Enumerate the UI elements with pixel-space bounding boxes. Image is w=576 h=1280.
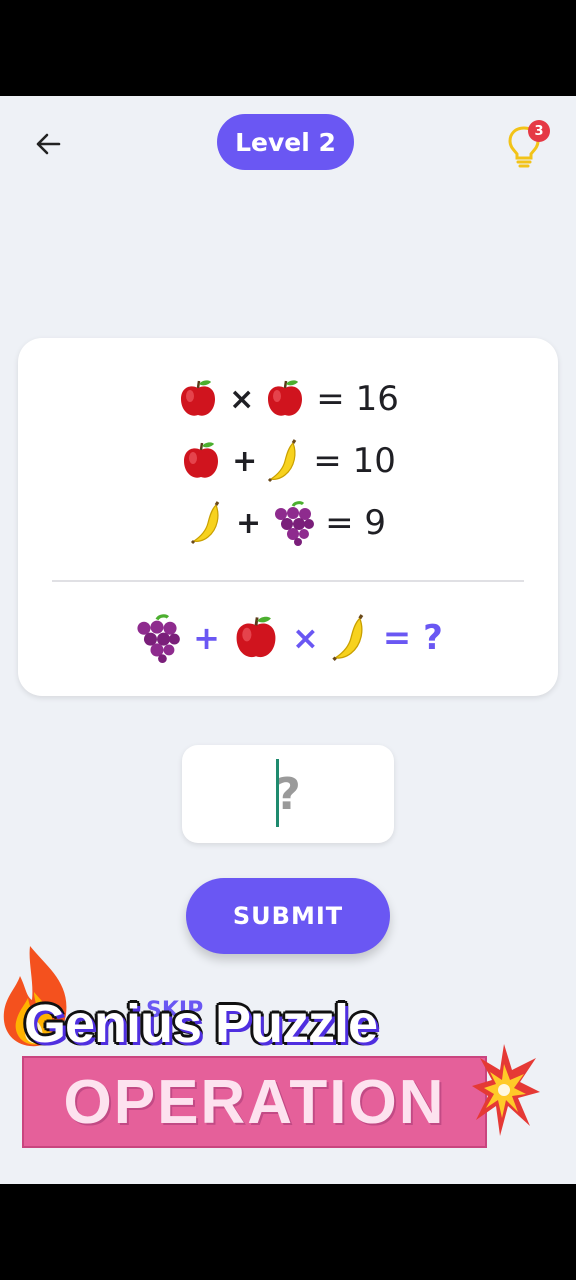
equation-row: + = 10 — [18, 436, 558, 486]
equation-result: = 10 — [313, 441, 396, 481]
overlay-banner: OPERATION — [22, 1056, 487, 1148]
operator: + — [232, 443, 258, 479]
arrow-left-icon — [36, 133, 61, 155]
grapes-icon — [137, 614, 180, 663]
banana-icon — [190, 501, 220, 545]
navigation-bar — [0, 1184, 576, 1280]
apple-icon — [181, 380, 216, 416]
apple-icon — [184, 442, 219, 478]
operator: + — [235, 505, 262, 541]
question-result: = ? — [382, 618, 443, 658]
overlay-title: Genius Puzzle — [24, 994, 378, 1054]
answer-input[interactable] — [182, 745, 394, 843]
overlay-banner-text: OPERATION — [63, 1067, 446, 1137]
apple-icon — [236, 616, 276, 658]
question-row: + × = ? — [18, 608, 558, 668]
equation-row: + = 9 — [18, 498, 558, 548]
hint-button[interactable]: 3 — [506, 120, 550, 168]
back-button[interactable] — [28, 126, 68, 162]
status-bar — [0, 0, 576, 96]
equation-row: × = 16 — [18, 374, 558, 424]
operator: × — [229, 381, 255, 417]
text-cursor — [276, 759, 279, 827]
answer-box — [182, 745, 394, 843]
banana-icon — [332, 614, 364, 661]
equation-result: = 9 — [325, 503, 387, 543]
equation-result: = 16 — [316, 379, 399, 419]
banana-icon — [268, 439, 297, 483]
apple-icon — [268, 380, 303, 416]
operator: + — [193, 619, 220, 657]
divider — [52, 580, 524, 582]
submit-button[interactable]: SUBMIT — [186, 878, 390, 954]
operator: × — [291, 619, 319, 657]
grapes-icon — [275, 501, 315, 546]
level-badge: Level 2 — [217, 114, 354, 170]
game-screen: Level 2 3 × = 16 + = 10 + = 9 + × = ? ? … — [0, 96, 576, 1184]
collision-icon — [472, 1044, 540, 1136]
puzzle-card: × = 16 + = 10 + = 9 + × = ? — [18, 338, 558, 696]
hint-count-badge: 3 — [528, 120, 550, 142]
